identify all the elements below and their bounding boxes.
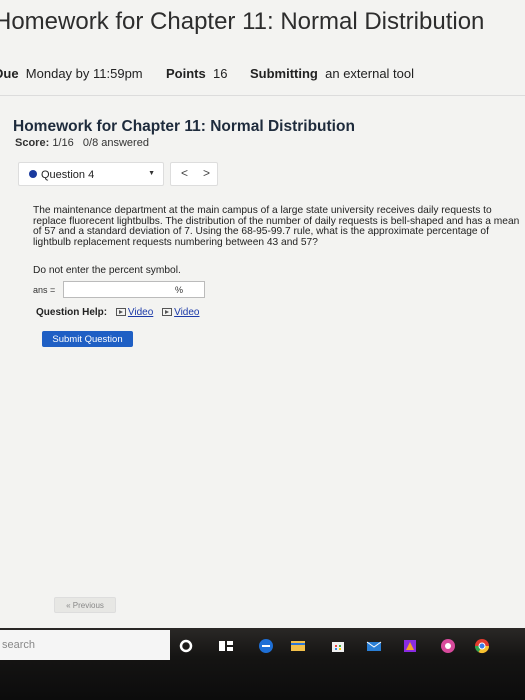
score-line: Score: 1/16 0/8 answered bbox=[15, 137, 149, 149]
previous-button[interactable]: « Previous bbox=[54, 597, 116, 613]
taskbar-search[interactable]: search bbox=[0, 630, 170, 660]
answer-input[interactable] bbox=[63, 281, 205, 298]
edge-icon[interactable] bbox=[258, 638, 274, 654]
question-help: Question Help: Video Video bbox=[36, 307, 206, 318]
question-select[interactable]: Question 4 ▼ bbox=[18, 162, 164, 186]
question-nav: < > bbox=[170, 162, 218, 186]
status-dot-icon bbox=[29, 170, 37, 178]
prev-question-button[interactable]: < bbox=[181, 166, 188, 180]
app-icon[interactable] bbox=[402, 638, 418, 654]
cortana-icon[interactable] bbox=[178, 638, 194, 654]
points-value: 16 bbox=[212, 66, 228, 81]
app-icon-2[interactable] bbox=[440, 638, 456, 654]
question-select-label: Question 4 bbox=[41, 169, 95, 181]
task-view-icon[interactable] bbox=[218, 638, 234, 654]
answered-count: 0/8 answered bbox=[82, 137, 149, 149]
page-title: Homework for Chapter 11: Normal Distribu… bbox=[0, 8, 485, 35]
video-icon bbox=[115, 308, 126, 316]
store-icon[interactable] bbox=[330, 638, 346, 654]
due-value: Monday by 11:59pm bbox=[25, 66, 143, 81]
search-text: search bbox=[2, 639, 36, 651]
answer-row: ans = % bbox=[33, 281, 205, 301]
due-label: Due bbox=[0, 66, 19, 81]
score-value: 1/16 bbox=[52, 137, 74, 149]
mail-icon[interactable] bbox=[366, 638, 382, 654]
score-label: Score: bbox=[15, 137, 50, 149]
answer-note: Do not enter the percent symbol. bbox=[33, 265, 181, 276]
caret-down-icon: ▼ bbox=[148, 170, 155, 177]
taskbar: search bbox=[0, 628, 525, 700]
assignment-meta: Due Monday by 11:59pm Points 16 Submitti… bbox=[0, 66, 514, 84]
submitting-value: an external tool bbox=[325, 66, 415, 81]
question-text: The maintenance department at the main c… bbox=[33, 205, 520, 248]
chrome-icon[interactable] bbox=[474, 638, 490, 654]
file-explorer-icon[interactable] bbox=[290, 638, 306, 654]
assignment-title: Homework for Chapter 11: Normal Distribu… bbox=[13, 118, 355, 135]
next-question-button[interactable]: > bbox=[203, 166, 210, 180]
percent-unit: % bbox=[175, 285, 184, 295]
question-help-label: Question Help: bbox=[36, 307, 108, 318]
points-label: Points bbox=[166, 66, 206, 81]
video-link-1[interactable]: Video bbox=[115, 307, 153, 318]
submitting-label: Submitting bbox=[250, 66, 318, 81]
video-link-2[interactable]: Video bbox=[162, 307, 200, 318]
answer-label: ans = bbox=[33, 285, 56, 295]
submit-question-button[interactable]: Submit Question bbox=[42, 331, 133, 347]
divider bbox=[0, 95, 525, 96]
video-icon bbox=[162, 308, 173, 316]
